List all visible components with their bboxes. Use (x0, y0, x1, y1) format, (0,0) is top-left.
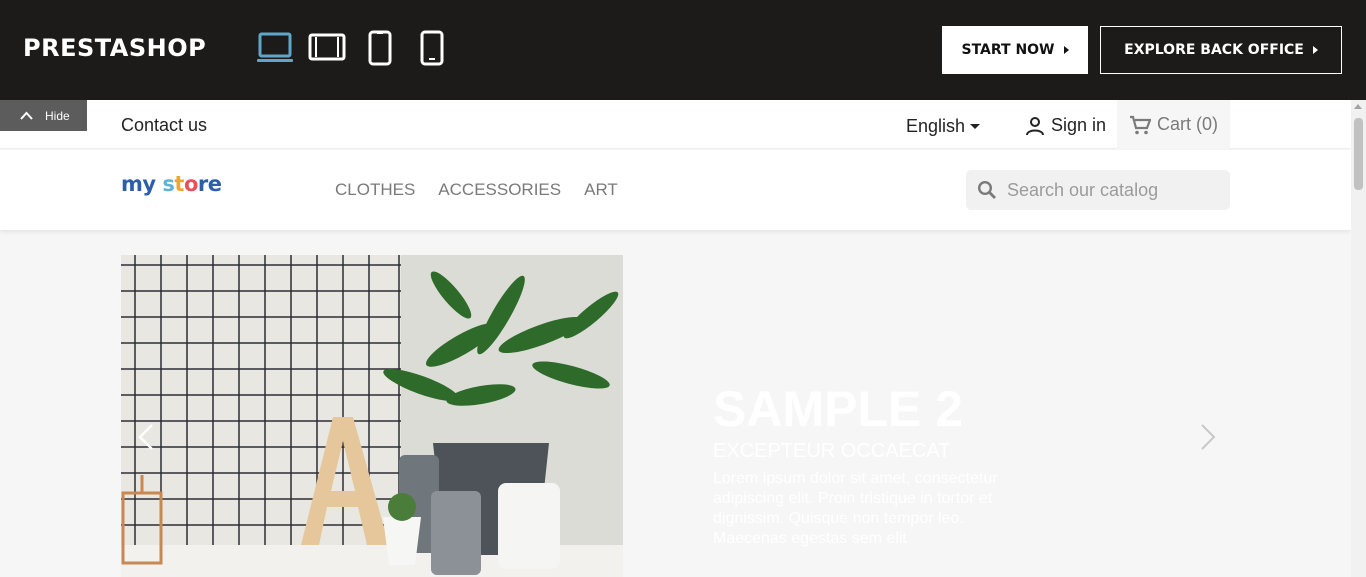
caret-down-icon (970, 124, 981, 129)
explore-back-office-button[interactable]: EXPLORE BACK OFFICE (1100, 26, 1342, 74)
language-selector[interactable]: English (906, 116, 981, 137)
my-store-logo[interactable]: my store (121, 172, 222, 196)
cart-icon (1130, 115, 1151, 134)
main-menu: CLOTHES ACCESSORIES ART (335, 180, 618, 200)
slider-prev-arrow[interactable] (137, 423, 155, 456)
store-header: my store CLOTHES ACCESSORIES ART (0, 150, 1351, 230)
caret-right-icon (1063, 46, 1069, 54)
store-frame: Contact us English Sign in Cart (0) my s… (0, 100, 1351, 577)
demo-top-bar: PRESTASHOP START NOW EXPLORE BACK OFFICE (0, 0, 1366, 100)
scroll-up-icon[interactable] (1354, 104, 1362, 109)
scrollbar-thumb[interactable] (1354, 118, 1363, 190)
search-box (966, 170, 1230, 210)
hide-label: Hide (45, 108, 70, 123)
slider-next-arrow[interactable] (1199, 423, 1217, 456)
sign-in-link[interactable]: Sign in (1025, 115, 1106, 136)
phone-icon[interactable] (420, 30, 444, 71)
language-label: English (906, 116, 966, 136)
explore-back-office-label: EXPLORE BACK OFFICE (1124, 42, 1304, 58)
home-slider: SAMPLE 2 EXCEPTEUR OCCAECAT Lorem ipsum … (121, 255, 1230, 577)
menu-item-clothes[interactable]: CLOTHES (335, 180, 415, 200)
menu-item-accessories[interactable]: ACCESSORIES (438, 180, 561, 200)
cart-label: Cart (0) (1157, 114, 1219, 134)
caret-right-icon (1312, 46, 1318, 54)
page-scrollbar[interactable] (1351, 100, 1366, 577)
prestashop-logo[interactable]: PRESTASHOP (23, 34, 206, 62)
slide-description: Lorem ipsum dolor sit amet, consectetur … (713, 470, 998, 547)
chevron-up-icon (20, 111, 33, 120)
start-now-button[interactable]: START NOW (942, 26, 1088, 74)
sign-in-label: Sign in (1051, 115, 1107, 135)
contact-us-link[interactable]: Contact us (121, 115, 207, 136)
slide-title: SAMPLE 2 (713, 381, 964, 437)
chevron-right-icon (1201, 424, 1216, 450)
search-icon[interactable] (977, 180, 997, 200)
cart-button[interactable]: Cart (0) (1117, 100, 1230, 149)
laptop-icon[interactable] (256, 30, 294, 69)
hide-toolbar-button[interactable]: Hide (0, 100, 87, 131)
search-input[interactable] (1007, 179, 1217, 201)
tablet-portrait-icon[interactable] (368, 30, 392, 71)
slide-caption: SAMPLE 2 EXCEPTEUR OCCAECAT Lorem ipsum … (713, 380, 1033, 549)
chevron-left-icon (138, 424, 153, 450)
start-now-label: START NOW (961, 42, 1055, 58)
slide-image (121, 255, 623, 577)
user-icon (1026, 116, 1044, 135)
menu-item-art[interactable]: ART (584, 180, 618, 200)
top-nav: Contact us English Sign in Cart (0) (0, 100, 1351, 149)
slide-subtitle: EXCEPTEUR OCCAECAT (713, 440, 951, 462)
tablet-landscape-icon[interactable] (308, 30, 346, 69)
